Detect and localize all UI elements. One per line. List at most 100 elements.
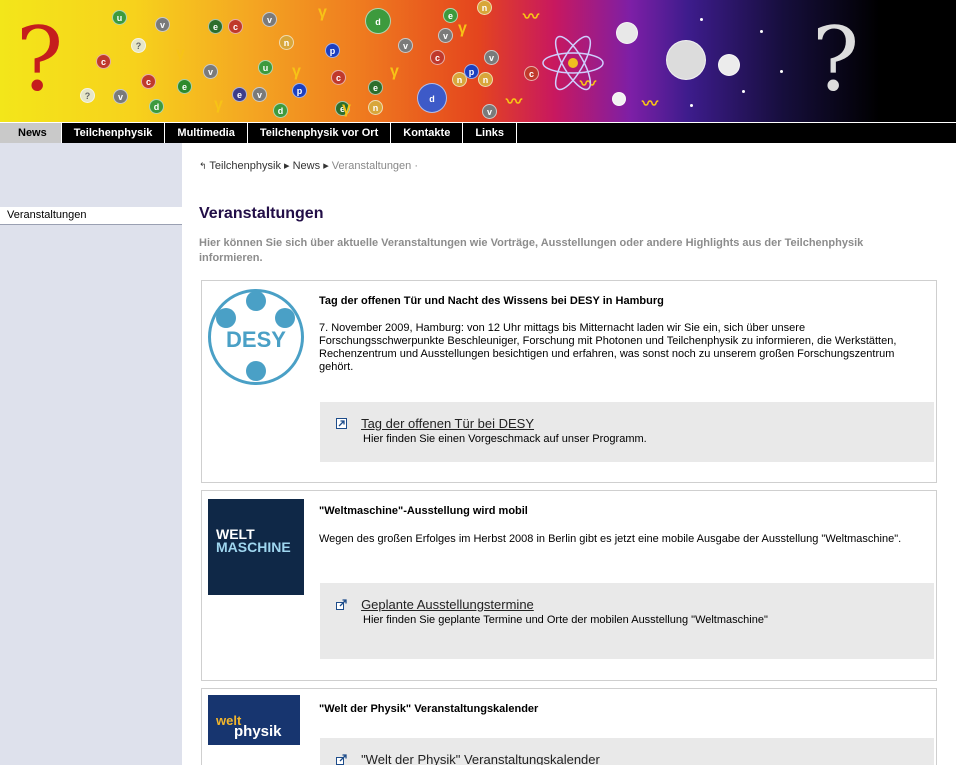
photon-wave-icon: γ — [390, 63, 399, 80]
internal-link-icon — [336, 418, 347, 429]
weltmaschine-text-2: MASCHINE — [216, 539, 291, 555]
particle-icon: d — [273, 103, 288, 118]
star-icon — [700, 18, 703, 21]
photon-wave-icon: 〰 — [506, 94, 522, 111]
desy-logo: DESY — [208, 289, 304, 385]
particle-icon: d — [149, 99, 164, 114]
particle-icon: ? — [80, 88, 95, 103]
particle-icon: c — [228, 19, 243, 34]
event-link-description: Hier finden Sie geplante Termine und Ort… — [363, 614, 768, 626]
event-card: welt physik "Welt der Physik" Veranstalt… — [201, 688, 937, 765]
sidebar: Veranstaltungen — [0, 143, 182, 765]
event-text: Wegen des großen Erfolges im Herbst 2008… — [319, 533, 902, 545]
photon-wave-icon: γ — [342, 100, 351, 117]
particle-icon: v — [203, 64, 218, 79]
galaxy-icon — [612, 92, 626, 106]
page-intro: Hier können Sie sich über aktuelle Veran… — [199, 237, 864, 264]
galaxy-icon — [616, 22, 638, 44]
particle-icon: e — [368, 80, 383, 95]
header-banner: ? ? u ? c v ? v c d v e e c v n u e v d … — [0, 0, 956, 122]
particle-icon: u — [258, 60, 273, 75]
particle-icon: v — [155, 17, 170, 32]
page-title: Veranstaltungen — [199, 205, 324, 222]
particle-icon: p — [292, 83, 307, 98]
welt-der-physik-logo: welt physik — [208, 695, 304, 745]
nav-item-links[interactable]: Links — [463, 123, 518, 143]
question-mark-left: ? — [16, 8, 64, 111]
desy-logo-text: DESY — [226, 327, 286, 352]
star-icon — [780, 70, 783, 73]
nav-item-teilchenphysik[interactable]: Teilchenphysik — [62, 123, 166, 143]
particle-icon: v — [398, 38, 413, 53]
nav-item-kontakte[interactable]: Kontakte — [391, 123, 464, 143]
event-card: DESY Tag der offenen Tür und Nacht des W… — [201, 280, 937, 483]
event-link-box: Geplante Ausstellungstermine Hier finden… — [320, 583, 934, 659]
photon-wave-icon: γ — [176, 45, 185, 62]
up-arrow-icon: ↰ — [199, 161, 207, 171]
breadcrumb-news[interactable]: News — [293, 160, 321, 172]
event-link[interactable]: Tag der offenen Tür bei DESY — [361, 416, 534, 431]
particle-icon: c — [331, 70, 346, 85]
particle-icon: ? — [131, 38, 146, 53]
welt-der-physik-text-2: physik — [234, 723, 282, 740]
particle-icon: e — [232, 87, 247, 102]
photon-wave-icon: γ — [292, 63, 301, 80]
breadcrumb-dot: · — [414, 160, 419, 172]
photon-wave-icon: 〰 — [642, 96, 658, 113]
particle-icon: v — [482, 104, 497, 119]
particle-icon: d — [365, 8, 391, 34]
particle-icon: v — [262, 12, 277, 27]
photon-wave-icon: γ — [458, 20, 467, 37]
external-link-icon — [336, 599, 347, 610]
star-icon — [760, 30, 763, 33]
particle-icon: v — [252, 87, 267, 102]
atom-icon — [542, 35, 604, 91]
particle-icon: n — [368, 100, 383, 115]
event-card: WELT MASCHINE "Weltmaschine"-Ausstellung… — [201, 490, 937, 681]
nav-item-multimedia[interactable]: Multimedia — [165, 123, 248, 143]
question-mark-right: ? — [812, 8, 860, 111]
particle-icon: c — [141, 74, 156, 89]
nav-item-teilchenphysik-vor-ort[interactable]: Teilchenphysik vor Ort — [248, 123, 392, 143]
particle-icon: d — [417, 83, 447, 113]
particle-icon: p — [464, 64, 479, 79]
particle-icon: e — [177, 79, 192, 94]
breadcrumb-teilchenphysik[interactable]: Teilchenphysik — [209, 160, 281, 172]
event-link-description: Hier finden Sie einen Vorgeschmack auf u… — [363, 433, 647, 445]
breadcrumb: ↰ Teilchenphysik ▸ News ▸ Veranstaltunge… — [199, 159, 418, 172]
event-text: 7. November 2009, Hamburg: von 12 Uhr mi… — [319, 322, 897, 373]
weltmaschine-image: WELT MASCHINE — [208, 499, 304, 595]
external-link-icon — [336, 754, 347, 765]
breadcrumb-current: Veranstaltungen — [331, 160, 412, 172]
particle-icon: u — [112, 10, 127, 25]
nav-item-news[interactable]: News — [0, 123, 62, 143]
event-title: Tag der offenen Tür und Nacht des Wissen… — [319, 295, 664, 307]
particle-icon: v — [113, 89, 128, 104]
event-link-box: "Welt der Physik" Veranstaltungskalender — [320, 738, 934, 765]
main-nav: News Teilchenphysik Multimedia Teilchenp… — [0, 122, 956, 143]
sidebar-item-veranstaltungen[interactable]: Veranstaltungen — [0, 207, 182, 225]
particle-icon: n — [478, 72, 493, 87]
event-title: "Weltmaschine"-Ausstellung wird mobil — [319, 505, 528, 517]
star-icon — [690, 104, 693, 107]
photon-wave-icon: 〰 — [523, 9, 539, 26]
particle-icon: e — [208, 19, 223, 34]
particle-icon: c — [430, 50, 445, 65]
particle-icon: n — [477, 0, 492, 15]
event-link[interactable]: Geplante Ausstellungstermine — [361, 597, 534, 612]
particle-icon: p — [325, 43, 340, 58]
event-link[interactable]: "Welt der Physik" Veranstaltungskalender — [361, 752, 600, 765]
breadcrumb-separator-icon: ▸ — [323, 160, 329, 172]
photon-wave-icon: γ — [214, 96, 223, 113]
galaxy-icon — [666, 40, 706, 80]
event-title: "Welt der Physik" Veranstaltungskalender — [319, 703, 539, 715]
particle-icon: c — [96, 54, 111, 69]
star-icon — [742, 90, 745, 93]
particle-icon: v — [438, 28, 453, 43]
particle-icon: e — [443, 8, 458, 23]
particle-icon: c — [524, 66, 539, 81]
particle-icon: n — [279, 35, 294, 50]
photon-wave-icon: γ — [318, 4, 327, 21]
particle-icon: v — [484, 50, 499, 65]
breadcrumb-separator-icon: ▸ — [284, 160, 290, 172]
